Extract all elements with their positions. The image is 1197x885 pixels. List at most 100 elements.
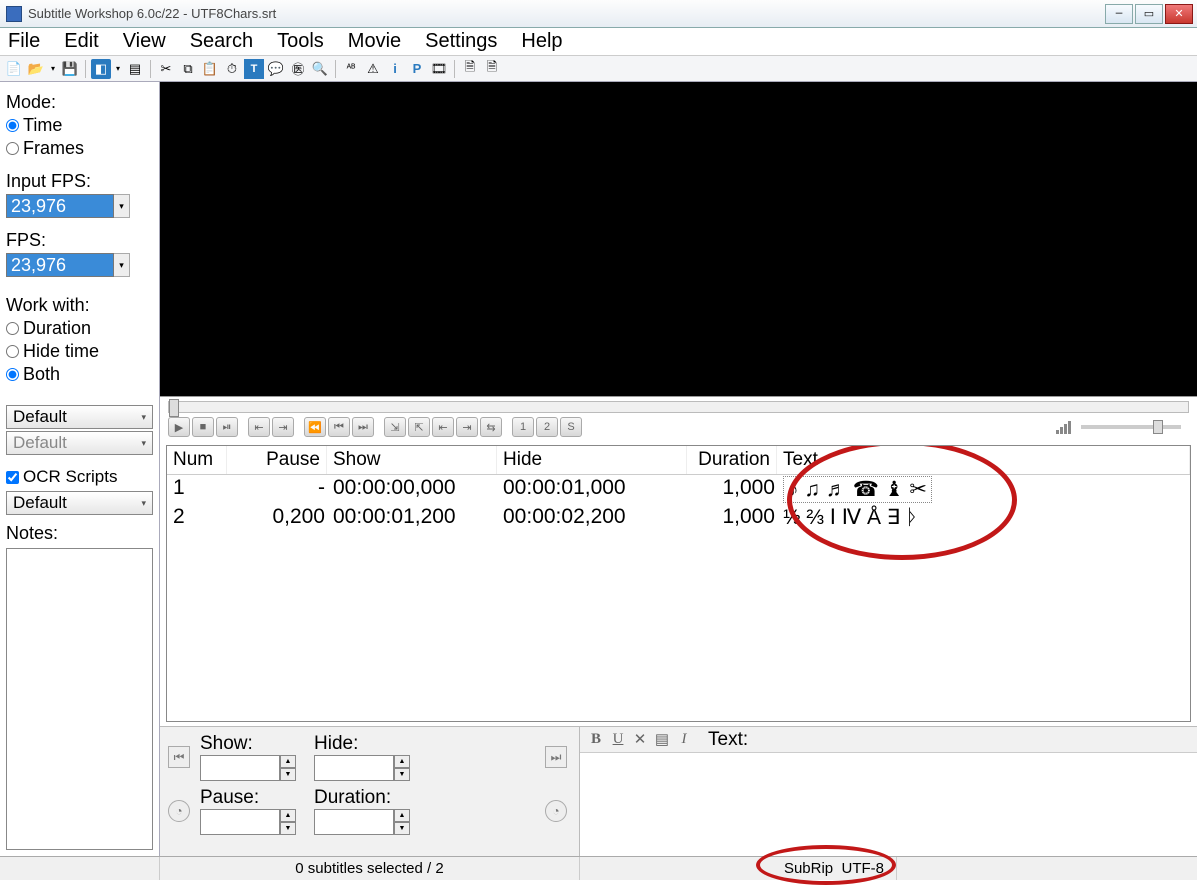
underline-button[interactable]: U [610, 731, 626, 748]
combo-2[interactable]: Default▾ [6, 431, 153, 455]
spin-down-icon[interactable]: ▼ [280, 768, 296, 781]
next-subtitle-button[interactable]: ⏭ [545, 746, 567, 768]
italic-button[interactable]: I [676, 731, 692, 748]
maximize-button[interactable]: ▭ [1135, 4, 1163, 24]
translate-icon[interactable]: ㊩ [288, 59, 308, 79]
next-button[interactable]: ⏭ [352, 417, 374, 437]
pause-button[interactable]: ⏯ [216, 417, 238, 437]
work-hide-radio[interactable] [6, 345, 19, 358]
p-tool-icon[interactable]: P [407, 59, 427, 79]
subtitle-row[interactable]: 2 0,200 00:00:01,200 00:00:02,200 1,000 … [167, 504, 1190, 531]
doc1-icon[interactable]: 🗎 [460, 59, 480, 79]
col-num-header[interactable]: Num [167, 446, 227, 474]
subtitle-row[interactable]: 1 - 00:00:00,000 00:00:01,000 1,000 ♪ ♫ … [167, 475, 1190, 504]
chat-icon[interactable]: 💬 [266, 59, 286, 79]
col-text-header[interactable]: Text [777, 446, 1190, 474]
cell-show: 00:00:00,000 [333, 476, 503, 503]
tool-generic-icon[interactable]: ▤ [125, 59, 145, 79]
warning-icon[interactable]: ⚠ [363, 59, 383, 79]
mode-frames-radio[interactable] [6, 142, 19, 155]
mark-out-button[interactable]: ⇱ [408, 417, 430, 437]
spin-up-icon[interactable]: ▲ [394, 755, 410, 768]
spin-down-icon[interactable]: ▼ [394, 822, 410, 835]
bold-button[interactable]: B [588, 731, 604, 748]
hide-field[interactable] [314, 755, 394, 781]
spin-down-icon[interactable]: ▼ [394, 768, 410, 781]
stop-button[interactable]: ■ [192, 417, 214, 437]
film-icon[interactable]: 🎞 [429, 59, 449, 79]
close-button[interactable]: ✕ [1165, 4, 1193, 24]
input-fps-dropdown-icon[interactable]: ▾ [114, 194, 130, 218]
cut-icon[interactable]: ✂ [156, 59, 176, 79]
btn-1[interactable]: 1 [512, 417, 534, 437]
duration-field[interactable] [314, 809, 394, 835]
work-both-radio[interactable] [6, 368, 19, 381]
fps-field[interactable] [6, 253, 114, 277]
notes-textarea[interactable] [6, 548, 153, 850]
menu-edit[interactable]: Edit [64, 30, 98, 53]
minimize-button[interactable]: — [1105, 4, 1133, 24]
sync-button[interactable]: ⇆ [480, 417, 502, 437]
spellcheck-icon[interactable]: ᴬᴮ [341, 59, 361, 79]
mode-time-radio[interactable] [6, 119, 19, 132]
spin-up-icon[interactable]: ▲ [280, 809, 296, 822]
open-dropdown-icon[interactable]: ▾ [48, 59, 58, 79]
open-file-icon[interactable]: 📂 [26, 59, 46, 79]
clock-button-2[interactable]: ◔ [545, 800, 567, 822]
spin-down-icon[interactable]: ▼ [280, 822, 296, 835]
save-icon[interactable]: 💾 [60, 59, 80, 79]
zoom-icon[interactable]: 🔍 [310, 59, 330, 79]
jump-start-button[interactable]: ⇤ [432, 417, 454, 437]
input-fps-field[interactable] [6, 194, 114, 218]
pause-field[interactable] [200, 809, 280, 835]
step-fwd-button[interactable]: ⇥ [272, 417, 294, 437]
video-preview[interactable] [160, 82, 1197, 397]
col-duration-header[interactable]: Duration [687, 446, 777, 474]
tool-blue-dropdown-icon[interactable]: ▾ [113, 59, 123, 79]
work-duration-radio[interactable] [6, 322, 19, 335]
rewind-button[interactable]: ⏪ [304, 417, 326, 437]
prev-button[interactable]: ⏮ [328, 417, 350, 437]
mark-in-button[interactable]: ⇲ [384, 417, 406, 437]
menu-view[interactable]: View [123, 30, 166, 53]
col-pause-header[interactable]: Pause [227, 446, 327, 474]
show-field[interactable] [200, 755, 280, 781]
format-button[interactable]: ▤ [654, 730, 670, 749]
play-button[interactable]: ▶ [168, 417, 190, 437]
seek-bar[interactable] [168, 401, 1189, 413]
menu-settings[interactable]: Settings [425, 30, 497, 53]
subtitle-list[interactable]: Num Pause Show Hide Duration Text 1 - 00… [166, 445, 1191, 722]
spin-up-icon[interactable]: ▲ [394, 809, 410, 822]
btn-2[interactable]: 2 [536, 417, 558, 437]
ocr-scripts-checkbox[interactable] [6, 471, 19, 484]
menu-movie[interactable]: Movie [348, 30, 401, 53]
copy-icon[interactable]: ⧉ [178, 59, 198, 79]
clock-button[interactable]: ◔ [168, 800, 190, 822]
subtitle-text-input[interactable] [580, 753, 1197, 856]
fps-dropdown-icon[interactable]: ▾ [114, 253, 130, 277]
col-show-header[interactable]: Show [327, 446, 497, 474]
text-tool-icon[interactable]: T [244, 59, 264, 79]
combo-3[interactable]: Default▾ [6, 491, 153, 515]
paste-icon[interactable]: 📋 [200, 59, 220, 79]
new-file-icon[interactable]: 📄 [4, 59, 24, 79]
menu-file[interactable]: File [8, 30, 40, 53]
step-back-button[interactable]: ⇤ [248, 417, 270, 437]
seek-thumb[interactable] [169, 399, 179, 417]
doc2-icon[interactable]: 🗎 [482, 59, 502, 79]
jump-end-button[interactable]: ⇥ [456, 417, 478, 437]
btn-s[interactable]: S [560, 417, 582, 437]
volume-slider[interactable] [1081, 425, 1181, 429]
menu-help[interactable]: Help [521, 30, 562, 53]
spin-up-icon[interactable]: ▲ [280, 755, 296, 768]
clock-icon[interactable]: ⏱ [222, 59, 242, 79]
prev-subtitle-button[interactable]: ⏮ [168, 746, 190, 768]
clear-format-button[interactable]: ✕ [632, 730, 648, 749]
combo-1[interactable]: Default▾ [6, 405, 153, 429]
tool-blue-icon[interactable]: ◧ [91, 59, 111, 79]
col-hide-header[interactable]: Hide [497, 446, 687, 474]
menu-search[interactable]: Search [190, 30, 253, 53]
info-icon[interactable]: i [385, 59, 405, 79]
menu-tools[interactable]: Tools [277, 30, 324, 53]
volume-thumb[interactable] [1153, 420, 1163, 434]
